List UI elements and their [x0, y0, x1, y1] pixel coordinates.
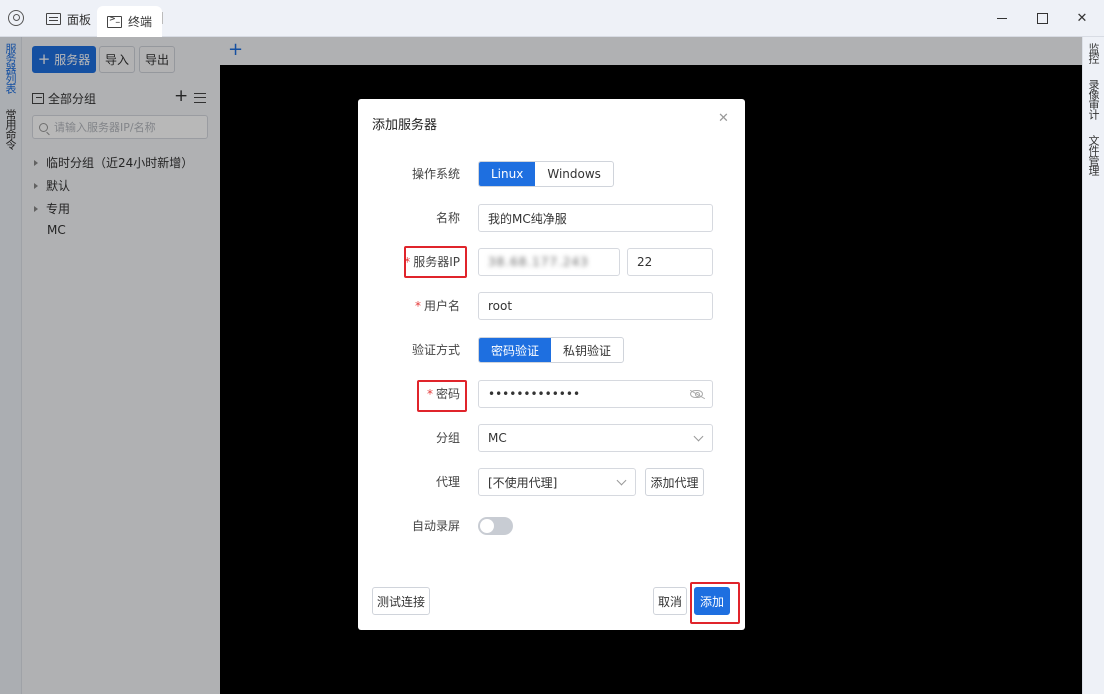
auth-method-label: 验证方式	[411, 343, 460, 357]
minimize-icon[interactable]	[992, 8, 1012, 28]
group-label: 分组	[435, 431, 460, 445]
server-ip-value: 38.68.177.243	[488, 255, 589, 269]
tab-terminal[interactable]: 终端	[97, 6, 163, 37]
proxy-select-value: [不使用代理]	[488, 475, 558, 490]
maximize-icon[interactable]	[1032, 8, 1052, 28]
tab-label: 面板	[67, 12, 92, 27]
user-icon[interactable]	[8, 10, 24, 26]
close-window-icon[interactable]	[1072, 8, 1092, 28]
add-server-dialog: 添加服务器 ✕ 操作系统 Linux Windows 名称 我的MC纯净服 * 服…	[358, 99, 745, 630]
auth-option-password[interactable]: 密码验证	[479, 338, 552, 362]
proxy-select[interactable]: [不使用代理]	[478, 468, 636, 496]
nav-recording-audit[interactable]: 录像审计	[1087, 79, 1100, 119]
nav-file-manager[interactable]: 文件管理	[1087, 135, 1100, 175]
test-connection-button[interactable]: 测试连接	[372, 587, 430, 615]
group-select-value: MC	[488, 431, 507, 445]
name-label: 名称	[435, 211, 460, 225]
nav-monitor[interactable]: 监控	[1087, 43, 1100, 63]
username-label: * 用户名	[358, 297, 460, 315]
os-label: 操作系统	[411, 167, 460, 181]
tab-label: 终端	[128, 15, 153, 29]
eye-off-icon[interactable]	[690, 390, 703, 398]
name-field[interactable]: 我的MC纯净服	[478, 204, 713, 232]
cancel-button[interactable]: 取消	[653, 587, 687, 615]
proxy-label: 代理	[435, 475, 460, 489]
auto-record-label: 自动录屏	[411, 519, 460, 533]
terminal-icon	[107, 14, 122, 28]
title-bar: 面板 终端	[0, 0, 1104, 37]
tab-panel[interactable]: 面板	[36, 5, 101, 33]
port-field[interactable]: 22	[627, 248, 713, 276]
os-selector: Linux Windows	[478, 161, 614, 187]
os-option-linux[interactable]: Linux	[479, 162, 536, 186]
username-label-text: 用户名	[423, 299, 460, 313]
os-option-windows[interactable]: Windows	[535, 162, 613, 186]
highlight-password	[417, 380, 467, 412]
panel-icon	[46, 13, 61, 25]
username-field[interactable]: root	[478, 292, 713, 320]
right-nav: 监控 录像审计 文件管理	[1082, 37, 1104, 694]
auth-method-selector: 密码验证 私钥验证	[478, 337, 625, 363]
add-proxy-button[interactable]: 添加代理	[645, 468, 704, 496]
group-select[interactable]: MC	[478, 424, 713, 452]
highlight-add-button	[690, 582, 740, 624]
password-value: •••••••••••••	[488, 387, 581, 401]
dialog-title: 添加服务器	[372, 118, 438, 133]
auto-record-toggle[interactable]	[478, 517, 513, 535]
chevron-down-icon	[693, 431, 704, 442]
password-field[interactable]: •••••••••••••	[478, 380, 713, 408]
chevron-down-icon	[616, 475, 627, 486]
required-mark: *	[414, 299, 421, 313]
highlight-server-ip	[404, 246, 467, 278]
tab-divider	[162, 12, 163, 24]
server-ip-field[interactable]: 38.68.177.243	[478, 248, 620, 276]
close-icon[interactable]: ✕	[718, 111, 729, 126]
auth-option-private-key[interactable]: 私钥验证	[551, 338, 623, 362]
